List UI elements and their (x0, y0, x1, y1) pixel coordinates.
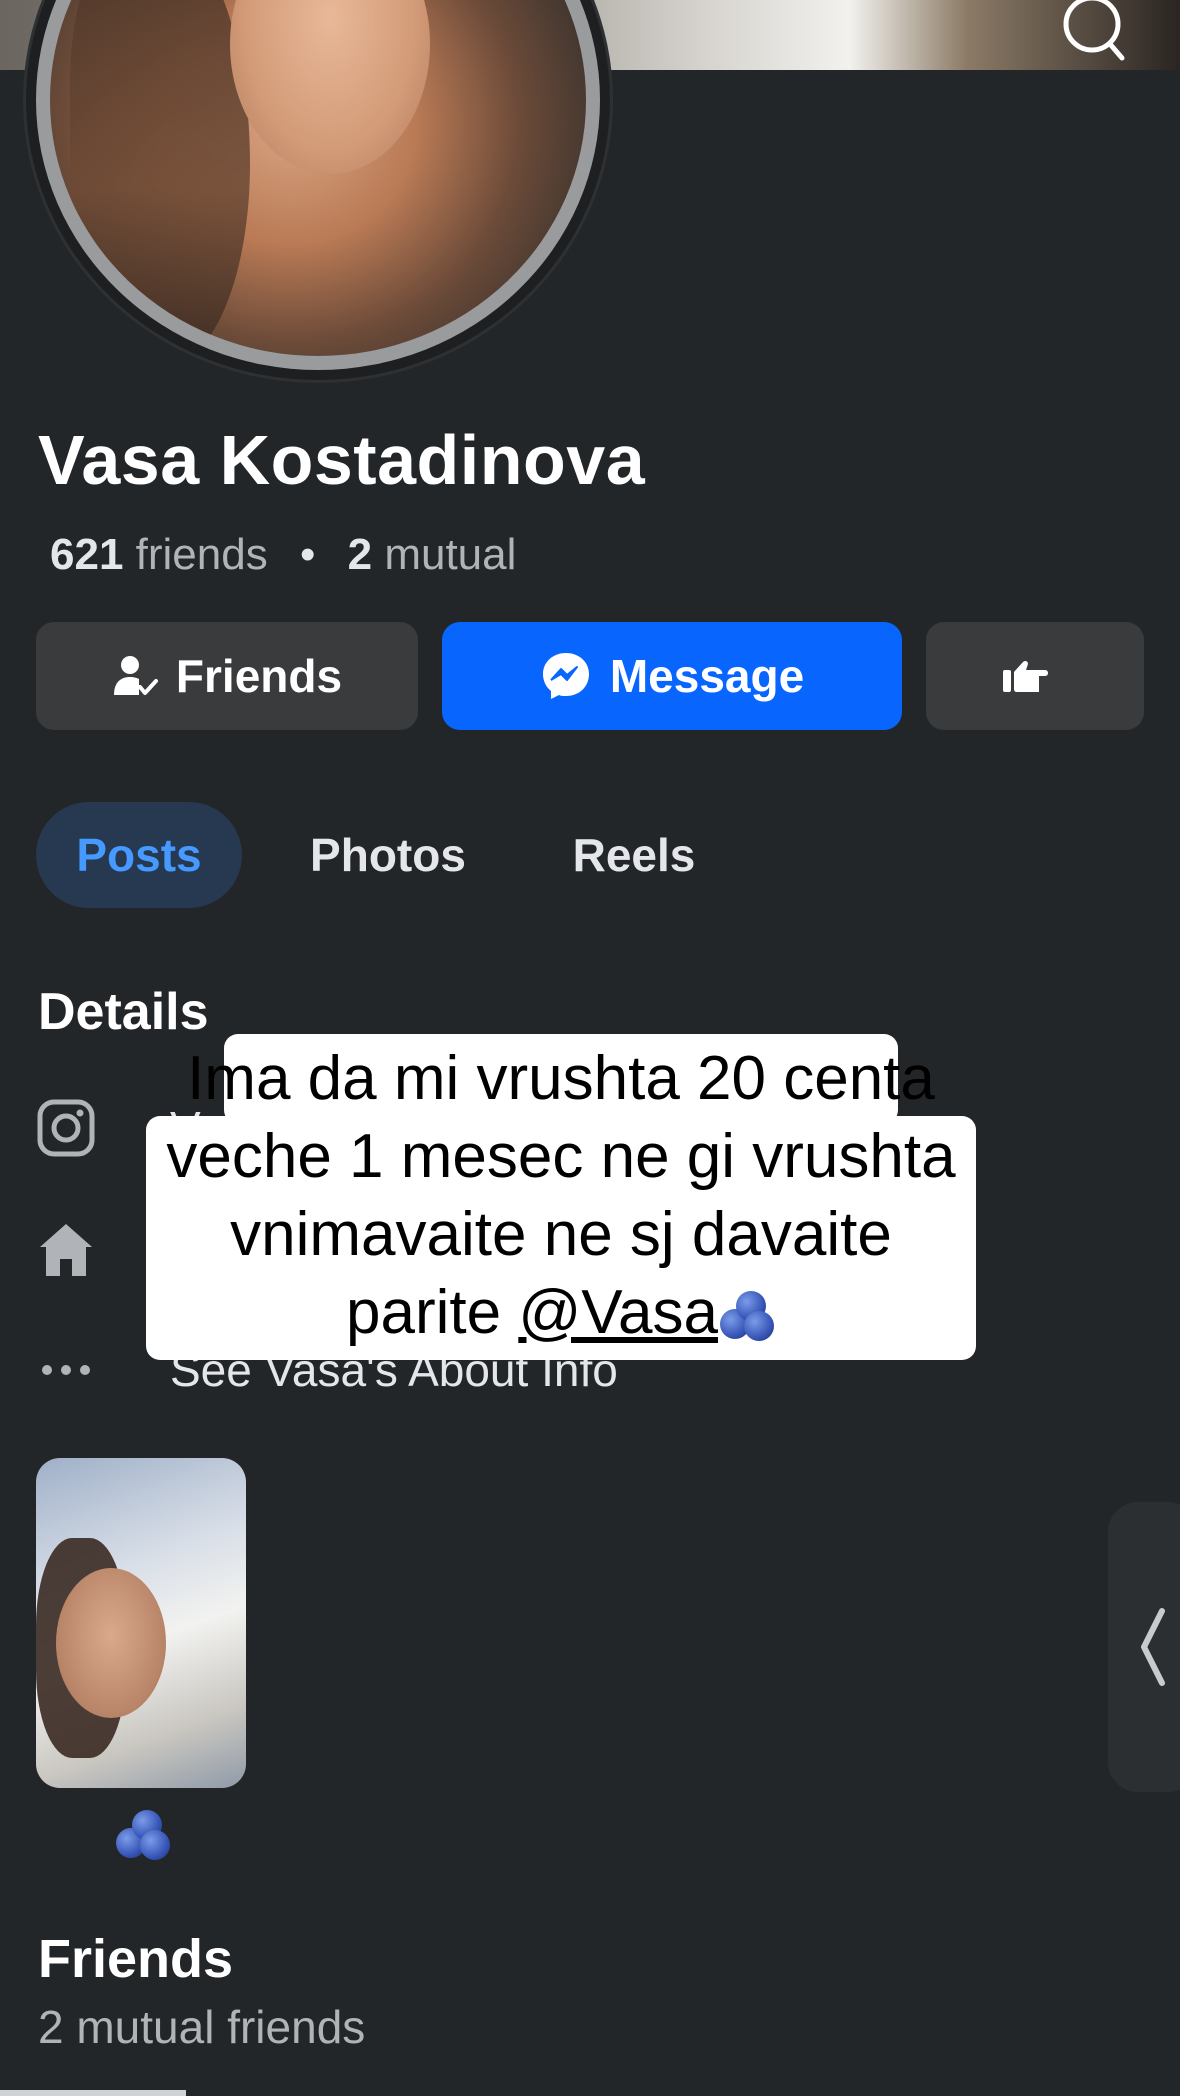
friends-count: 621 (50, 530, 124, 579)
avatar-face (230, 0, 430, 174)
tab-posts[interactable]: Posts (36, 802, 242, 908)
highlight-face (56, 1568, 166, 1718)
caption-overlay-text: Ima da mi vrushta 20 centa veche 1 mesec… (146, 1040, 976, 1352)
poke-hand-icon (1003, 660, 1048, 692)
friends-section-title: Friends (38, 1929, 234, 1989)
profile-name: Vasa Kostadinova (38, 421, 646, 499)
tab-reels[interactable]: Reels (556, 802, 712, 908)
messenger-icon (542, 653, 589, 699)
highlight-blueberry-icon (114, 1806, 172, 1862)
separator-dot: • (299, 530, 316, 579)
bottom-indicator (0, 2090, 186, 2096)
blueberry-emoji-icon (718, 1287, 776, 1343)
message-button-label: Message (609, 650, 805, 702)
story-highlight[interactable] (36, 1458, 246, 1788)
side-panel-handle[interactable] (1108, 1502, 1180, 1792)
mutual-count: 2 (347, 530, 373, 579)
friends-section-subtitle[interactable]: 2 mutual friends (38, 2000, 365, 2054)
profile-avatar[interactable] (36, 0, 600, 370)
chevron-left-icon (1141, 1608, 1165, 1686)
avatar-hair (70, 0, 250, 356)
friends-button[interactable]: Friends (36, 622, 418, 730)
friends-button-label: Friends (175, 650, 343, 702)
friend-check-icon (113, 656, 158, 695)
details-heading: Details (38, 983, 209, 1041)
mutual-label: mutual (384, 530, 517, 579)
home-icon (36, 1220, 96, 1280)
instagram-icon (36, 1098, 96, 1158)
search-icon[interactable] (1056, 0, 1126, 62)
poke-button[interactable] (926, 622, 1144, 730)
friends-label: friends (135, 530, 268, 579)
caption-mention[interactable]: @Vasa (518, 1278, 718, 1347)
tab-photos[interactable]: Photos (290, 802, 486, 908)
more-dots-icon (36, 1340, 96, 1400)
friends-stats[interactable]: 621 friends • 2 mutual (50, 530, 516, 580)
message-button[interactable]: Message (442, 622, 902, 730)
